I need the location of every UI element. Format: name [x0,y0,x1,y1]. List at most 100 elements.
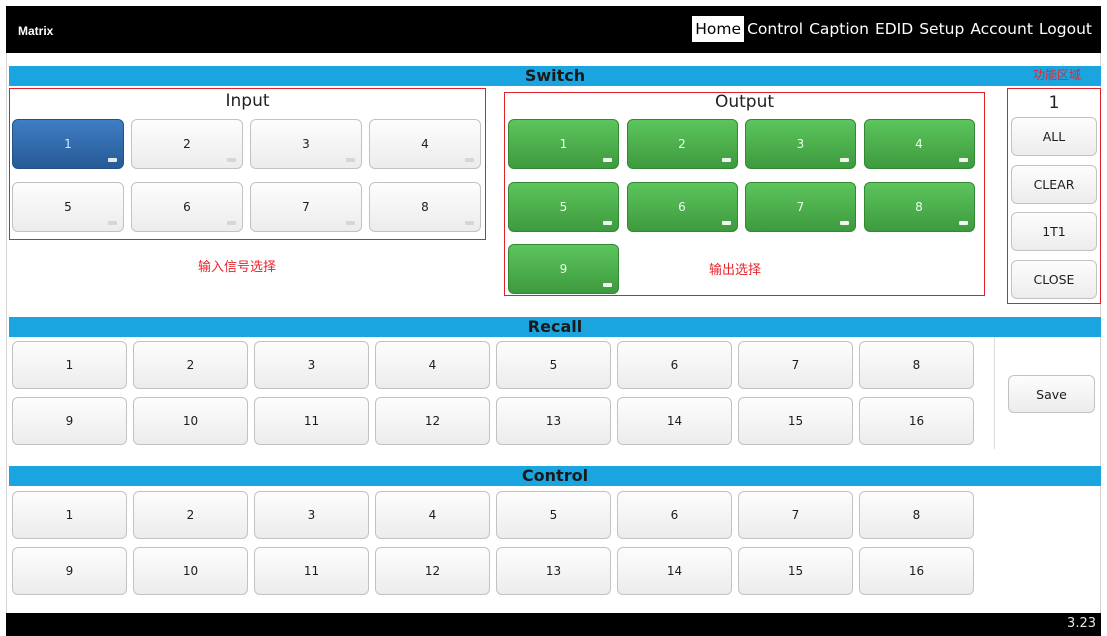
output-button-7[interactable]: 7 [745,181,856,232]
recall-preset-1-label: 1 [65,358,74,372]
control-button-2-label: 2 [186,508,195,522]
recall-preset-12[interactable]: 12 [375,397,490,445]
output-button-7-label: 7 [796,199,805,214]
input-button-4[interactable]: 4 [369,119,481,169]
input-button-3[interactable]: 3 [250,119,362,169]
recall-preset-11[interactable]: 11 [254,397,369,445]
output-title: Output [714,92,775,112]
recall-preset-3[interactable]: 3 [254,341,369,389]
control-button-15-label: 15 [787,564,804,578]
close-button[interactable]: CLOSE [1011,260,1097,300]
nav-logout[interactable]: Logout [1036,16,1095,42]
status-indicator-icon [346,221,355,225]
clear-button[interactable]: CLEAR [1011,164,1097,204]
output-button-9[interactable]: 9 [508,244,619,294]
control-button-2[interactable]: 2 [133,491,248,539]
control-button-14[interactable]: 14 [617,547,732,595]
recall-preset-14[interactable]: 14 [617,397,732,445]
control-button-13[interactable]: 13 [496,547,611,595]
control-button-16-label: 16 [908,564,925,578]
recall-preset-9[interactable]: 9 [12,397,127,445]
recall-preset-4[interactable]: 4 [375,341,490,389]
control-button-10-label: 10 [182,564,199,578]
brand-logo: Matrix [18,24,54,38]
output-button-6[interactable]: 6 [626,181,738,232]
recall-preset-13[interactable]: 13 [496,397,611,445]
status-indicator-icon [721,158,731,162]
nav-home[interactable]: Home [692,16,745,42]
nav-account[interactable]: Account [967,16,1036,42]
control-button-5[interactable]: 5 [496,491,611,539]
status-indicator-icon [958,158,968,162]
output-button-5[interactable]: 5 [508,181,619,232]
input-button-6[interactable]: 6 [131,182,243,232]
recall-preset-7[interactable]: 7 [738,341,853,389]
output-button-8-label: 8 [915,199,923,214]
control-button-9[interactable]: 9 [12,547,127,595]
control-button-4[interactable]: 4 [375,491,490,539]
recall-preset-15[interactable]: 15 [738,397,853,445]
input-button-5[interactable]: 5 [12,182,124,232]
input-button-8-label: 8 [421,200,429,214]
1t1-button[interactable]: 1T1 [1011,212,1097,252]
function-area-annotation: 功能区域 [1033,68,1082,82]
status-indicator-icon [603,158,612,162]
nav-setup[interactable]: Setup [916,16,967,42]
recall-preset-2-label: 2 [186,358,195,372]
output-button-3[interactable]: 3 [745,119,856,169]
recall-preset-6[interactable]: 6 [617,341,732,389]
output-button-1[interactable]: 1 [508,119,619,169]
recall-preset-10-label: 10 [182,414,199,428]
output-button-8[interactable]: 8 [863,181,975,232]
status-indicator-icon [108,158,117,162]
control-button-1[interactable]: 1 [12,491,127,539]
nav-edid[interactable]: EDID [872,16,916,42]
control-button-8[interactable]: 8 [859,491,974,539]
control-button-15[interactable]: 15 [738,547,853,595]
nav-caption[interactable]: Caption [806,16,872,42]
control-button-11[interactable]: 11 [254,547,369,595]
recall-preset-9-label: 9 [65,414,74,428]
recall-preset-11-label: 11 [303,414,320,428]
input-button-6-label: 6 [183,200,191,214]
output-button-2[interactable]: 2 [626,119,738,169]
control-button-16[interactable]: 16 [859,547,974,595]
control-button-5-label: 5 [549,508,558,522]
output-button-4[interactable]: 4 [863,119,975,169]
control-button-13-label: 13 [545,564,562,578]
control-section-header: Control [9,466,1101,486]
recall-preset-10[interactable]: 10 [133,397,248,445]
control-button-12-label: 12 [424,564,441,578]
save-button[interactable]: Save [1008,375,1095,413]
input-button-8[interactable]: 8 [369,182,481,232]
input-button-1[interactable]: 1 [12,119,124,169]
nav-control[interactable]: Control [744,16,806,42]
recall-preset-16[interactable]: 16 [859,397,974,445]
control-button-7[interactable]: 7 [738,491,853,539]
control-button-3[interactable]: 3 [254,491,369,539]
status-indicator-icon [721,220,731,225]
input-button-2[interactable]: 2 [131,119,243,169]
control-button-9-label: 9 [65,564,74,578]
status-indicator-icon [840,220,849,225]
recall-preset-8[interactable]: 8 [859,341,974,389]
status-indicator-icon [840,158,849,162]
status-indicator-icon [346,158,355,162]
control-button-6[interactable]: 6 [617,491,732,539]
all-button[interactable]: ALL [1011,117,1097,156]
control-button-12[interactable]: 12 [375,547,490,595]
recall-preset-1[interactable]: 1 [12,341,127,389]
footer-bar: 3.23 [6,613,1101,636]
recall-preset-4-label: 4 [428,358,437,372]
recall-preset-16-label: 16 [908,414,925,428]
recall-preset-5[interactable]: 5 [496,341,611,389]
recall-preset-2[interactable]: 2 [133,341,248,389]
input-button-1-label: 1 [64,137,72,151]
control-button-4-label: 4 [428,508,437,522]
status-indicator-icon [958,220,968,225]
control-button-10[interactable]: 10 [133,547,248,595]
recall-preset-13-label: 13 [545,414,562,428]
recall-preset-3-label: 3 [307,358,316,372]
output-button-1-label: 1 [559,137,568,151]
input-button-7[interactable]: 7 [250,182,362,232]
